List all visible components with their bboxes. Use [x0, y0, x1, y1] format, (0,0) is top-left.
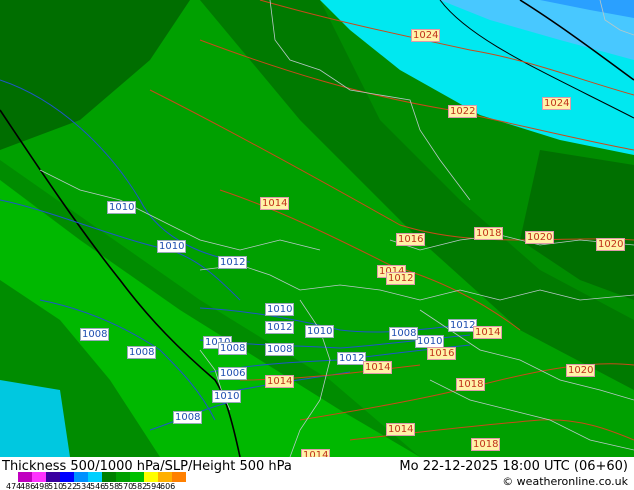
legend-swatch [130, 472, 144, 482]
forecast-datetime: Mo 22-12-2025 18:00 UTC (06+60) [399, 459, 628, 474]
isobar-label: 1008 [389, 327, 419, 340]
isobar-label: 1018 [471, 438, 501, 451]
isobar-label: 1014 [473, 326, 503, 339]
isobar-label: 1014 [363, 361, 393, 374]
isobar-label: 1014 [265, 375, 295, 388]
isobar-label: 1020 [596, 238, 626, 251]
isobar-label: 1024 [411, 29, 441, 42]
legend-swatch [158, 472, 172, 482]
map-canvas [0, 0, 634, 457]
legend-swatch [88, 472, 102, 482]
isobar-label: 1008 [173, 411, 203, 424]
isobar-label: 1020 [566, 364, 596, 377]
legend-tick: 606 [160, 482, 176, 490]
isobar-label: 1012 [218, 256, 248, 269]
isobar-label: 1016 [427, 347, 457, 360]
legend-tick: 594 [146, 482, 162, 490]
isobar-label: 1006 [218, 367, 248, 380]
isobar-label: 1014 [386, 423, 416, 436]
legend-swatch [18, 472, 32, 482]
map-footer: Thickness 500/1000 hPa/SLP/Height 500 hP… [0, 457, 634, 490]
isobar-label: 1010 [212, 390, 242, 403]
legend-swatch [74, 472, 88, 482]
legend-tick: 534 [76, 482, 92, 490]
credit-link[interactable]: © weatheronline.co.uk [502, 475, 628, 488]
legend-tick: 522 [62, 482, 78, 490]
isobar-label: 1016 [396, 233, 426, 246]
isobar-label: 1014 [260, 197, 290, 210]
legend-swatch [60, 472, 74, 482]
legend-swatch [116, 472, 130, 482]
isobar-label: 1010 [265, 303, 295, 316]
isobar-label: 1020 [525, 231, 555, 244]
legend-tick: 570 [118, 482, 134, 490]
legend-tick: 582 [132, 482, 148, 490]
legend-tick: 498 [34, 482, 50, 490]
isobar-label: 1018 [456, 378, 486, 391]
isobar-label: 1010 [305, 325, 335, 338]
legend-swatch [144, 472, 158, 482]
isobar-label: 1008 [265, 343, 295, 356]
legend-swatch [102, 472, 116, 482]
weather-map-view: { "map": { "contour_labels_blue": ["1010… [0, 0, 634, 490]
legend-tick: 510 [48, 482, 64, 490]
isobar-label: 1018 [474, 227, 504, 240]
isobar-label: 1010 [157, 240, 187, 253]
legend-ticks: 474 486 498 510 522 534 546 558 570 582 … [6, 482, 176, 490]
legend-swatch [32, 472, 46, 482]
isobar-label: 1008 [127, 346, 157, 359]
isobar-label: 1008 [218, 342, 248, 355]
isobar-label: 1022 [448, 105, 478, 118]
legend-tick: 558 [104, 482, 120, 490]
isobar-label: 1012 [265, 321, 295, 334]
legend-tick: 486 [20, 482, 36, 490]
thickness-color-legend [18, 472, 186, 482]
isobar-label: 1012 [386, 272, 416, 285]
thickness-band-sw [0, 380, 70, 457]
isobar-label: 1024 [542, 97, 572, 110]
isobar-label: 1010 [107, 201, 137, 214]
legend-swatch [46, 472, 60, 482]
isobar-label: 1008 [80, 328, 110, 341]
legend-tick: 546 [90, 482, 106, 490]
legend-tick: 474 [6, 482, 22, 490]
legend-swatch [172, 472, 186, 482]
